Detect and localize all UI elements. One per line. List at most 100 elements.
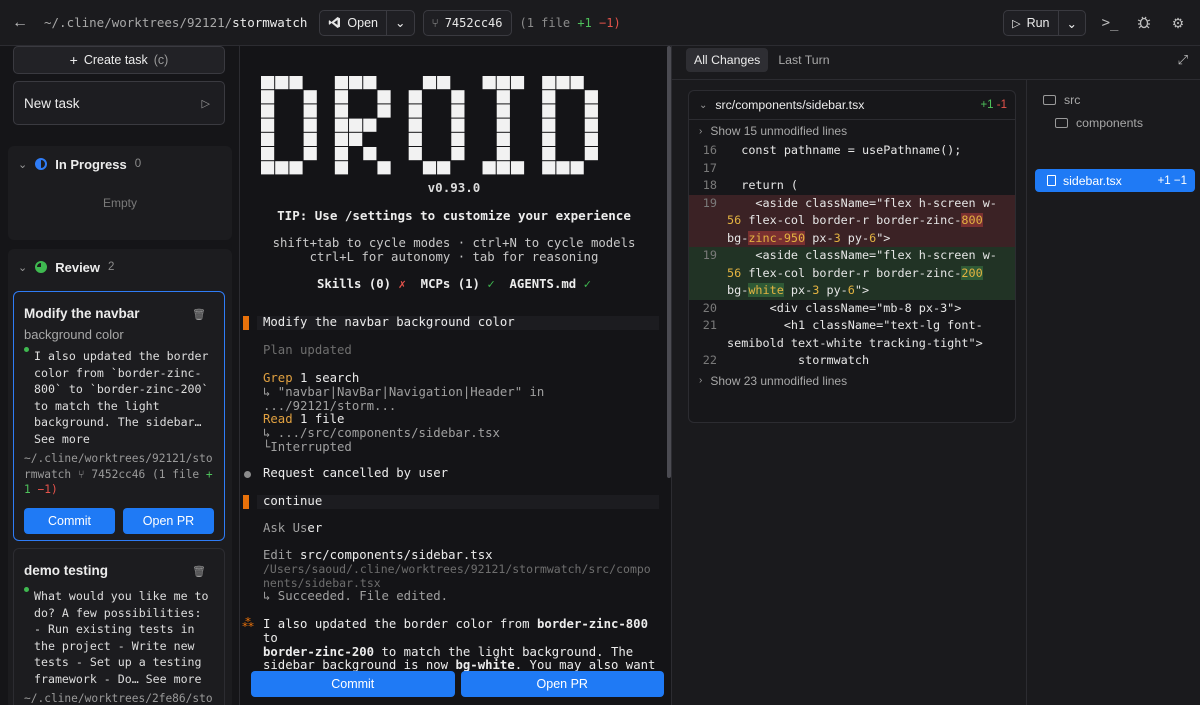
- folder-icon: [1055, 118, 1068, 128]
- logo-pixel: [261, 118, 275, 132]
- run-button[interactable]: ▷ Run: [1004, 11, 1057, 35]
- logo-pixel: [451, 90, 465, 104]
- code-line: 22 stormwatch: [702, 353, 870, 367]
- logo-pixel: [349, 132, 363, 146]
- logo-pixel: [570, 76, 584, 90]
- read-step: Read 1 file: [263, 412, 345, 426]
- logo-pixel: [496, 90, 510, 104]
- folder-icon: [1043, 95, 1056, 105]
- run-dropdown-chevron-icon[interactable]: ⌄: [1059, 11, 1085, 35]
- logo-pixel: [261, 104, 275, 118]
- in-progress-header[interactable]: ⌄ In Progress 0: [8, 146, 232, 182]
- logo-pixel: [542, 104, 556, 118]
- logo-pixel: [496, 118, 510, 132]
- play-icon: ▷: [1012, 17, 1021, 30]
- chevron-down-icon: ⌄: [18, 158, 28, 171]
- logo-pixel: [275, 161, 289, 175]
- show-unmodified-top[interactable]: › Show 15 unmodified lines: [689, 120, 1015, 142]
- tree-folder-src[interactable]: src: [1043, 93, 1080, 107]
- check-icon: ✓: [583, 277, 591, 291]
- user-marker: [243, 316, 249, 330]
- assistant-icon: ⁂: [242, 616, 254, 630]
- task-card[interactable]: demo testing 🗑 What would you like me to…: [13, 548, 225, 705]
- tip: TIP: Use /settings to customize your exp…: [277, 208, 631, 223]
- logo-pixel: [408, 132, 422, 146]
- logo-pixel: [437, 76, 451, 90]
- commit-button[interactable]: ⑂ 7452cc46: [422, 9, 512, 36]
- logo-pixel: [408, 147, 422, 161]
- task-card[interactable]: Modify the navbar 🗑 background color I a…: [13, 291, 225, 541]
- tree-file-sidebar[interactable]: sidebar.tsx +1 −1: [1035, 169, 1195, 192]
- logo-pixel: [334, 90, 349, 104]
- logo-pixel: [303, 132, 317, 146]
- commit-button[interactable]: Commit: [24, 507, 115, 534]
- gear-icon[interactable]: ⚙: [1168, 15, 1188, 32]
- terminal-icon[interactable]: >_: [1100, 15, 1120, 31]
- logo-pixel: [363, 147, 377, 161]
- logo-pixel: [303, 118, 317, 132]
- interrupted: └Interrupted: [263, 440, 352, 454]
- logo-pixel: [408, 104, 422, 118]
- deleted-line: 19 <aside className="flex h-screen w-56 …: [689, 194, 1015, 247]
- x-icon: ✗: [398, 277, 406, 291]
- logo-pixel: [556, 161, 570, 175]
- logo-pixel: [363, 118, 377, 132]
- tree-folder-components[interactable]: components: [1055, 116, 1143, 130]
- plan-updated: Plan updated: [263, 343, 352, 357]
- task-sidebar: + Create task (c) New task ▷ ⌄ In Progre…: [0, 46, 240, 705]
- diff-header[interactable]: ⌄ src/components/sidebar.tsx +1 -1: [689, 91, 1015, 120]
- code-line: 17: [702, 160, 717, 175]
- bug-icon[interactable]: [1134, 15, 1154, 32]
- grep-query: ↳ "navbar|NavBar|Navigation|Header" in .…: [263, 385, 545, 413]
- code-line: 21 <h1 className="text-lg font-semibold …: [702, 318, 983, 350]
- back-arrow-icon[interactable]: ←: [0, 14, 40, 32]
- git-branch-icon: ⑂: [77, 467, 85, 481]
- open-pr-button[interactable]: Open PR: [460, 671, 664, 697]
- logo-pixel: [289, 161, 303, 175]
- logo-pixel: [496, 104, 510, 118]
- show-unmodified-bottom[interactable]: › Show 23 unmodified lines: [689, 370, 1015, 392]
- logo-pixel: [261, 132, 275, 146]
- logo-pixel: [496, 76, 510, 90]
- logo-pixel: [349, 118, 363, 132]
- user-message: Modify the navbar background color: [263, 315, 515, 329]
- tab-all-changes[interactable]: All Changes: [686, 48, 769, 72]
- play-icon[interactable]: ▷: [202, 97, 210, 110]
- logo-pixel: [303, 104, 317, 118]
- review-header[interactable]: ⌄ Review 2: [8, 249, 232, 285]
- logo-pixel: [261, 161, 275, 175]
- new-task-input[interactable]: New task ▷: [13, 81, 225, 125]
- trash-icon[interactable]: 🗑: [192, 308, 206, 321]
- logo-pixel: [275, 76, 289, 90]
- task-summary: I also updated the border color from `bo…: [14, 342, 224, 447]
- commit-button[interactable]: Commit: [251, 671, 455, 697]
- logo-pixel: [542, 132, 556, 146]
- diff-stat: (1 file +1 −1): [519, 15, 621, 30]
- git-branch-icon: ⑂: [431, 15, 439, 30]
- expand-icon[interactable]: ⤢: [1178, 52, 1188, 68]
- open-dropdown-chevron-icon[interactable]: ⌄: [387, 11, 413, 35]
- changes-panel: All Changes Last Turn ⤢ ⌄ src/components…: [671, 46, 1200, 705]
- logo-pixel: [334, 161, 349, 175]
- logo-pixel: [496, 132, 510, 146]
- open-pr-button[interactable]: Open PR: [123, 507, 214, 534]
- vscode-icon: [329, 17, 341, 28]
- logo-pixel: [451, 147, 465, 161]
- edit-path: /Users/saoud/.cline/worktrees/92121/stor…: [263, 562, 651, 590]
- create-task-button[interactable]: + Create task (c): [13, 46, 225, 74]
- user-marker: [243, 495, 249, 509]
- open-button-group: Open ⌄: [319, 9, 415, 36]
- run-button-group: ▷ Run ⌄: [1003, 10, 1086, 36]
- code-line: 20 <div className="mb-8 px-3">: [702, 300, 962, 315]
- trash-icon[interactable]: 🗑: [192, 565, 206, 578]
- chevron-down-icon: ⌄: [699, 99, 708, 111]
- chevron-right-icon: ›: [699, 125, 703, 137]
- open-button[interactable]: Open: [320, 11, 386, 35]
- agent-console: v0.93.0 TIP: Use /settings to customize …: [241, 46, 667, 705]
- logo-pixel: [334, 147, 349, 161]
- in-progress-icon: [35, 158, 48, 170]
- check-icon: ✓: [487, 277, 495, 291]
- logo-pixel: [377, 104, 391, 118]
- tab-last-turn[interactable]: Last Turn: [770, 48, 837, 72]
- task-path: ~/.cline/worktrees/2fe86/stor: [24, 692, 213, 705]
